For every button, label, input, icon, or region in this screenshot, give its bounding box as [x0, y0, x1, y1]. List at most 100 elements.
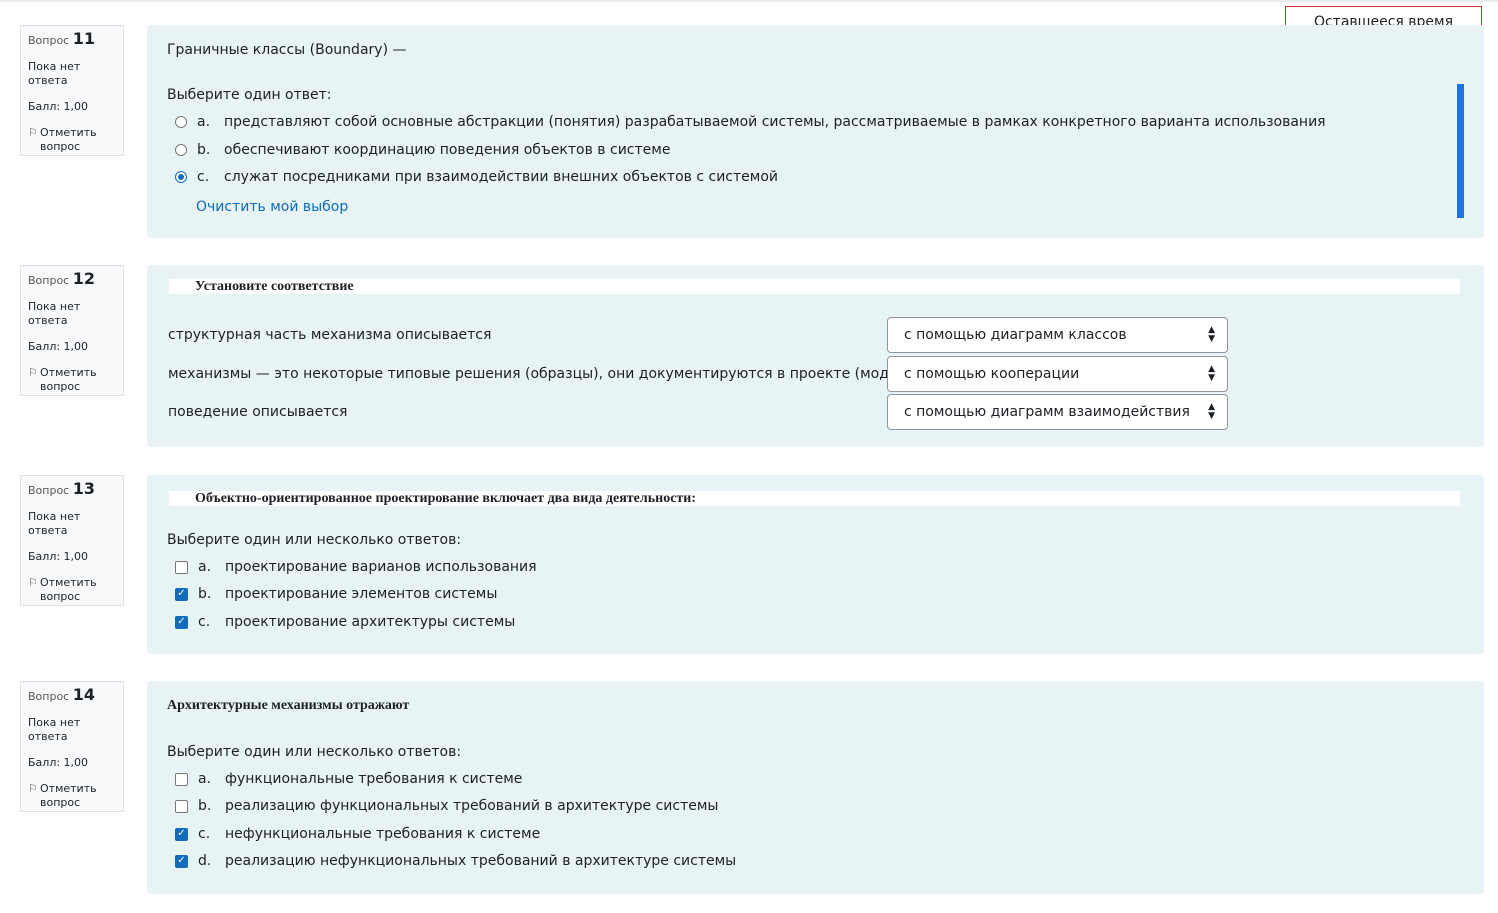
match-select-2[interactable]: с помощью кооперации ▲ ▼	[887, 356, 1228, 392]
radio-button[interactable]	[175, 116, 187, 128]
match-row-label: механизмы — это некоторые типовые решени…	[168, 366, 922, 382]
option-text: функциональные требования к системе	[225, 771, 523, 787]
option-text: реализацию функциональных требований в а…	[225, 798, 719, 814]
answer-prompt: Выберите один ответ:	[167, 87, 332, 103]
checkbox-checked[interactable]: ✓	[175, 854, 188, 868]
question-number: 14	[72, 685, 95, 704]
checkbox-checked[interactable]: ✓	[175, 827, 188, 841]
option-letter: a.	[197, 114, 211, 130]
flag-text-2: вопрос	[40, 590, 81, 603]
question-text: Объектно-ориентированное проектирование …	[169, 491, 1460, 506]
question-text: Архитектурные механизмы отражают	[167, 698, 410, 713]
option-text: проектирование архитектуры системы	[225, 614, 516, 630]
question-content-11: Граничные классы (Boundary) — Выберите о…	[147, 25, 1484, 238]
radio-button[interactable]	[175, 144, 187, 156]
flag-icon: ⚐	[28, 576, 38, 589]
answer-prompt: Выберите один или несколько ответов:	[167, 532, 462, 548]
question-label: Вопрос	[28, 274, 70, 287]
option-text: проектирование элементов системы	[225, 586, 498, 602]
answer-prompt: Выберите один или несколько ответов:	[167, 744, 462, 760]
answer-option-c[interactable]: ✓ c. проектирование архитектуры системы	[175, 612, 515, 632]
answer-option-c[interactable]: c. служат посредниками при взаимодействи…	[175, 167, 778, 187]
option-letter: b.	[197, 142, 211, 158]
flag-text-1: Отметить	[40, 126, 97, 139]
flag-question-link[interactable]: ⚐ Отметить вопрос	[28, 576, 115, 604]
select-value: с помощью диаграмм классов	[904, 327, 1127, 343]
question-info-11: Вопрос 11 Пока нет ответа Балл: 1,00 ⚐ О…	[20, 25, 124, 156]
answer-option-c[interactable]: ✓ c. нефункциональные требования к систе…	[175, 824, 540, 844]
question-score: Балл: 1,00	[28, 100, 89, 113]
flag-text-2: вопрос	[40, 380, 81, 393]
match-select-1[interactable]: с помощью диаграмм классов ▲ ▼	[887, 317, 1228, 353]
checkbox-checked[interactable]: ✓	[175, 587, 188, 601]
updown-arrows-icon: ▲ ▼	[1208, 364, 1215, 383]
option-letter: c.	[198, 826, 211, 842]
question-number: 12	[72, 269, 95, 288]
flag-question-link[interactable]: ⚐ Отметить вопрос	[28, 126, 115, 154]
updown-arrows-icon: ▲ ▼	[1208, 325, 1215, 344]
flag-text-2: вопрос	[40, 796, 81, 809]
answer-option-a[interactable]: a. представляют собой основные абстракци…	[175, 112, 1326, 132]
option-text: реализацию нефункциональных требований в…	[225, 853, 737, 869]
answer-option-b[interactable]: b. обеспечивают координацию поведения об…	[175, 140, 670, 160]
flag-icon: ⚐	[28, 782, 38, 795]
option-text: нефункциональные требования к системе	[225, 826, 541, 842]
answer-status: Пока нет ответа	[28, 510, 81, 537]
flag-text-1: Отметить	[40, 366, 97, 379]
answer-option-a[interactable]: a. проектирование варианов использования	[175, 557, 537, 577]
scrollbar-indicator[interactable]	[1457, 84, 1464, 218]
answer-status: Пока нет ответа	[28, 60, 81, 87]
select-value: с помощью кооперации	[904, 366, 1080, 382]
option-letter: c.	[198, 614, 211, 630]
question-score: Балл: 1,00	[28, 550, 89, 563]
flag-icon: ⚐	[28, 126, 38, 139]
top-divider	[0, 0, 1498, 2]
checkbox[interactable]	[175, 799, 188, 813]
question-info-13: Вопрос 13 Пока нет ответа Балл: 1,00 ⚐ О…	[20, 475, 124, 606]
option-letter: c.	[197, 169, 210, 185]
question-text: Граничные классы (Boundary) —	[167, 42, 407, 58]
flag-text-2: вопрос	[40, 140, 81, 153]
match-select-3[interactable]: с помощью диаграмм взаимодействия ▲ ▼	[887, 394, 1228, 430]
question-score: Балл: 1,00	[28, 340, 89, 353]
question-info-12: Вопрос 12 Пока нет ответа Балл: 1,00 ⚐ О…	[20, 265, 124, 396]
flag-question-link[interactable]: ⚐ Отметить вопрос	[28, 782, 115, 810]
question-text: Установите соответствие	[169, 279, 1460, 294]
question-content-14: Архитектурные механизмы отражают Выберит…	[147, 681, 1484, 894]
flag-text-1: Отметить	[40, 576, 97, 589]
question-label: Вопрос	[28, 34, 70, 47]
option-letter: d.	[198, 853, 212, 869]
flag-icon: ⚐	[28, 366, 38, 379]
option-text: служат посредниками при взаимодействии в…	[224, 169, 778, 185]
question-number: 13	[72, 479, 95, 498]
radio-button-selected[interactable]	[175, 171, 187, 183]
question-label: Вопрос	[28, 484, 70, 497]
question-content-12: Установите соответствие структурная част…	[147, 265, 1484, 447]
option-letter: b.	[198, 586, 212, 602]
flag-question-link[interactable]: ⚐ Отметить вопрос	[28, 366, 115, 394]
answer-option-b[interactable]: b. реализацию функциональных требований …	[175, 796, 718, 816]
question-info-14: Вопрос 14 Пока нет ответа Балл: 1,00 ⚐ О…	[20, 681, 124, 812]
answer-status: Пока нет ответа	[28, 716, 81, 743]
match-row-label: поведение описывается	[168, 404, 348, 420]
question-content-13: Объектно-ориентированное проектирование …	[147, 475, 1484, 654]
option-text: представляют собой основные абстракции (…	[224, 114, 1326, 130]
question-label: Вопрос	[28, 690, 70, 703]
option-letter: b.	[198, 798, 212, 814]
option-text: обеспечивают координацию поведения объек…	[224, 142, 671, 158]
checkbox[interactable]	[175, 772, 188, 786]
option-text: проектирование варианов использования	[225, 559, 537, 575]
checkbox[interactable]	[175, 560, 188, 574]
select-value: с помощью диаграмм взаимодействия	[904, 404, 1190, 420]
answer-option-b[interactable]: ✓ b. проектирование элементов системы	[175, 584, 497, 604]
updown-arrows-icon: ▲ ▼	[1208, 402, 1215, 421]
checkbox-checked[interactable]: ✓	[175, 615, 188, 629]
option-letter: a.	[198, 771, 212, 787]
question-number: 11	[72, 29, 95, 48]
answer-status: Пока нет ответа	[28, 300, 81, 327]
answer-option-a[interactable]: a. функциональные требования к системе	[175, 769, 522, 789]
option-letter: a.	[198, 559, 212, 575]
clear-choice-link[interactable]: Очистить мой выбор	[196, 199, 348, 215]
answer-option-d[interactable]: ✓ d. реализацию нефункциональных требова…	[175, 851, 736, 871]
flag-text-1: Отметить	[40, 782, 97, 795]
